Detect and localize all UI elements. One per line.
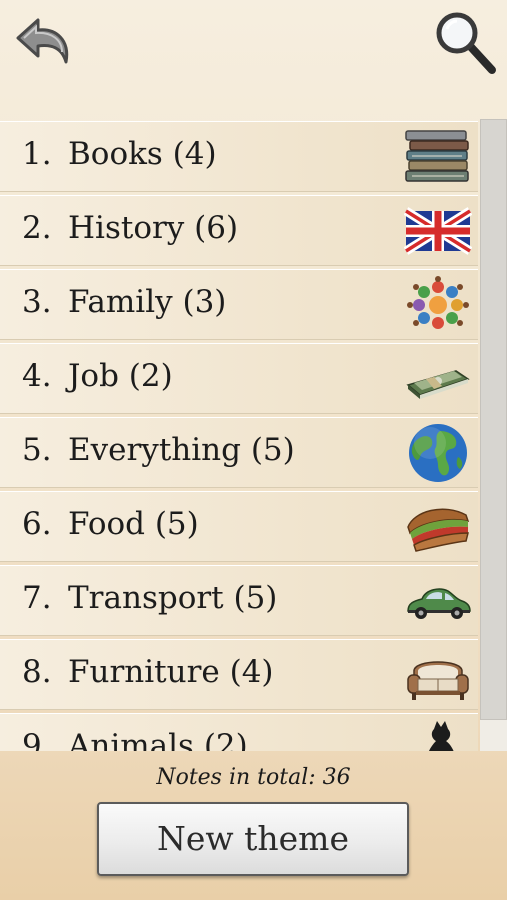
theme-row-animals[interactable]: 9. Animals (2) [0,713,478,751]
books-stack-icon [405,130,469,182]
theme-label: 4. Job (2) [22,358,173,394]
theme-label: 9. Animals (2) [22,728,248,751]
theme-label: 8. Furniture (4) [22,654,274,690]
notes-total-text: Notes in total: 36 [156,765,351,790]
theme-row-food[interactable]: 6. Food (5) [0,491,478,562]
new-theme-button[interactable]: New theme [97,802,409,876]
uk-flag-icon [404,207,472,255]
green-car-icon [407,588,471,619]
scrollbar-thumb[interactable] [480,119,507,720]
theme-row-family[interactable]: 3. Family (3) [0,269,478,340]
theme-label: 5. Everything (5) [22,432,295,468]
magnifier-icon [436,12,496,74]
theme-label: 7. Transport (5) [22,580,278,616]
theme-row-job[interactable]: 4. Job (2) [0,343,478,414]
black-cat-icon [428,721,454,751]
list-scrollbar[interactable] [480,119,507,751]
back-button[interactable] [8,8,78,78]
theme-list[interactable]: 1. Books (4) 2. History (6) 3. Family (3… [0,119,507,751]
top-bar [0,0,507,110]
theme-row-furniture[interactable]: 8. Furniture (4) [0,639,478,710]
theme-row-everything[interactable]: 5. Everything (5) [0,417,478,488]
search-button[interactable] [432,8,502,78]
globe-icon [409,424,467,482]
undo-arrow-icon [16,18,69,64]
theme-label: 3. Family (3) [22,284,227,320]
footer: Notes in total: 36 New theme [0,751,507,900]
theme-row-history[interactable]: 2. History (6) [0,195,478,266]
family-circle-icon [407,276,469,329]
theme-label: 1. Books (4) [22,136,217,172]
sandwich-icon [407,508,470,552]
money-bundle-icon [406,370,470,399]
theme-row-transport[interactable]: 7. Transport (5) [0,565,478,636]
theme-row-books[interactable]: 1. Books (4) [0,121,478,192]
theme-label: 2. History (6) [22,210,239,246]
sofa-icon [407,661,469,700]
theme-label: 6. Food (5) [22,506,199,542]
